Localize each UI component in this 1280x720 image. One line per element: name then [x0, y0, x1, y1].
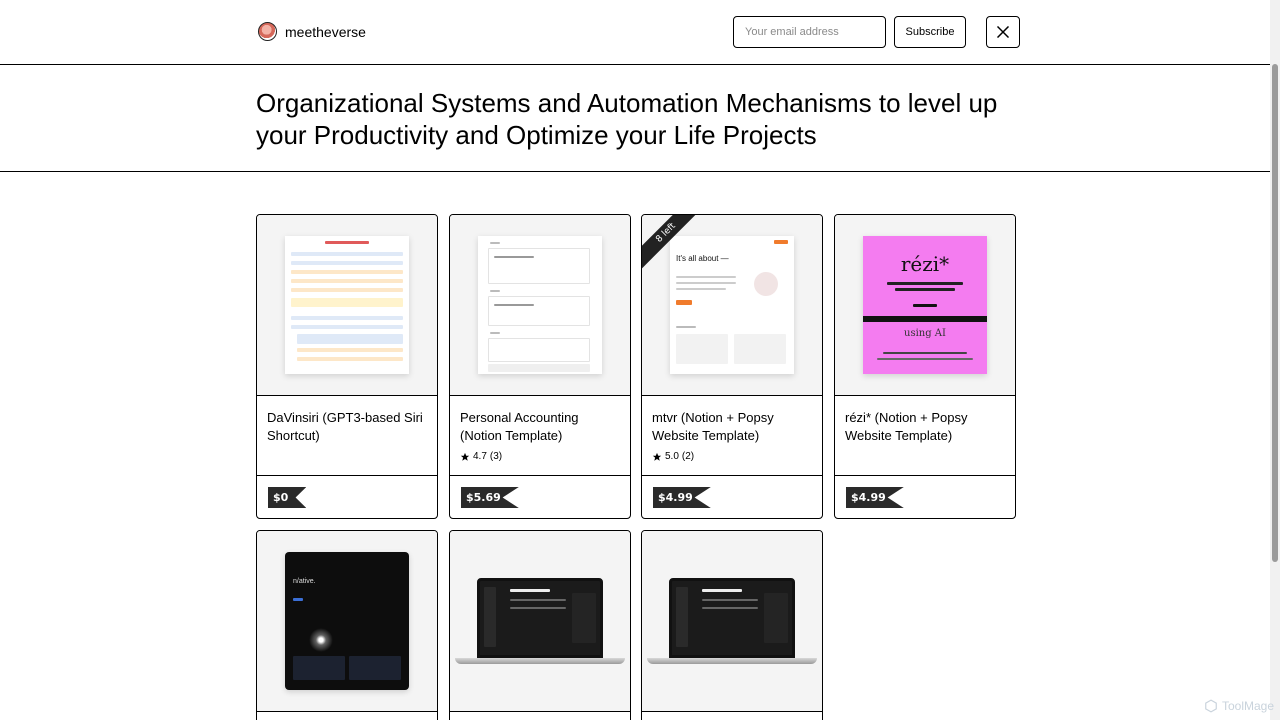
website-template-preview-image: It's all about — [670, 236, 794, 374]
price-tag: $5.69 [461, 487, 519, 508]
card-footer: $4.99 [642, 476, 822, 518]
price-tag: $4.99 [846, 487, 904, 508]
watermark-text: ToolMage [1222, 699, 1275, 713]
card-body[interactable]: DaVinsiri (GPT3-based Siri Shortcut) [257, 396, 437, 476]
card-footer: $5.69 [450, 476, 630, 518]
native-logo: n/ative. [293, 578, 316, 585]
product-card[interactable]: n/ative. [256, 530, 438, 720]
product-thumbnail[interactable] [450, 531, 630, 712]
price-tag: $4.99 [653, 487, 711, 508]
product-card[interactable]: rézi* using AI rézi* (Notion + Popsy Web… [834, 214, 1016, 519]
product-thumbnail[interactable] [257, 215, 437, 396]
rating-value: 4.7 [473, 451, 487, 462]
rezi-using-ai-text: using AI [904, 328, 946, 339]
watermark-logo-icon [1205, 699, 1217, 713]
website-template-preview-image: rézi* using AI [863, 236, 987, 374]
rezi-logo: rézi* [900, 252, 950, 276]
product-rating: 4.7 (3) [460, 451, 620, 462]
avatar[interactable] [258, 22, 277, 41]
product-rating: 5.0 (2) [652, 451, 812, 462]
scrollbar-thumb[interactable] [1272, 64, 1278, 562]
card-body[interactable]: mtvr (Notion + Popsy Website Template) 5… [642, 396, 822, 476]
rating-value: 5.0 [665, 451, 679, 462]
laptop-preview-image [669, 578, 795, 658]
shortcut-preview-image [285, 236, 409, 374]
card-body[interactable]: rézi* (Notion + Popsy Website Template) [835, 396, 1015, 476]
laptop-preview-image [477, 578, 603, 658]
subscribe-button[interactable]: Subscribe [894, 16, 966, 48]
title-band: Organizational Systems and Automation Me… [0, 65, 1270, 172]
watermark: ToolMage [1204, 699, 1274, 713]
card-footer: $4.99 [835, 476, 1015, 518]
notion-template-preview-image [478, 236, 602, 374]
product-card[interactable] [641, 530, 823, 720]
rating-count: (3) [489, 451, 503, 462]
star-icon [652, 452, 662, 461]
product-card[interactable]: Personal Accounting (Notion Template) 4.… [449, 214, 631, 519]
product-thumbnail[interactable] [450, 215, 630, 396]
product-thumbnail[interactable]: n/ative. [257, 531, 437, 712]
rating-count: (2) [681, 451, 695, 462]
product-card[interactable] [449, 530, 631, 720]
page-scrollbar[interactable] [1270, 0, 1280, 720]
card-footer: $0 [257, 476, 437, 518]
product-title[interactable]: rézi* (Notion + Popsy Website Template) [845, 409, 1005, 445]
x-social-button[interactable] [986, 16, 1020, 48]
mtvr-preview-heading: It's all about — [676, 254, 729, 263]
product-thumbnail[interactable] [642, 531, 822, 712]
x-logo-icon [997, 26, 1009, 38]
card-body[interactable]: Personal Accounting (Notion Template) 4.… [450, 396, 630, 476]
email-field[interactable] [733, 16, 886, 48]
product-card[interactable]: DaVinsiri (GPT3-based Siri Shortcut) $0 [256, 214, 438, 519]
product-thumbnail[interactable]: rézi* using AI [835, 215, 1015, 396]
dark-website-preview-image: n/ative. [285, 552, 409, 690]
product-title[interactable]: DaVinsiri (GPT3-based Siri Shortcut) [267, 409, 427, 445]
brand-name[interactable]: meetheverse [285, 24, 366, 40]
price-tag: $0 [268, 487, 307, 508]
product-card[interactable]: It's all about — 8 left mtvr (Notion + P… [641, 214, 823, 519]
product-title[interactable]: mtvr (Notion + Popsy Website Template) [652, 409, 812, 445]
page-title: Organizational Systems and Automation Me… [256, 88, 998, 150]
product-title[interactable]: Personal Accounting (Notion Template) [460, 409, 620, 445]
star-icon [460, 452, 470, 461]
site-header: meetheverse Subscribe [0, 0, 1270, 65]
brand[interactable]: meetheverse [258, 22, 366, 41]
product-thumbnail[interactable]: It's all about — 8 left [642, 215, 822, 396]
